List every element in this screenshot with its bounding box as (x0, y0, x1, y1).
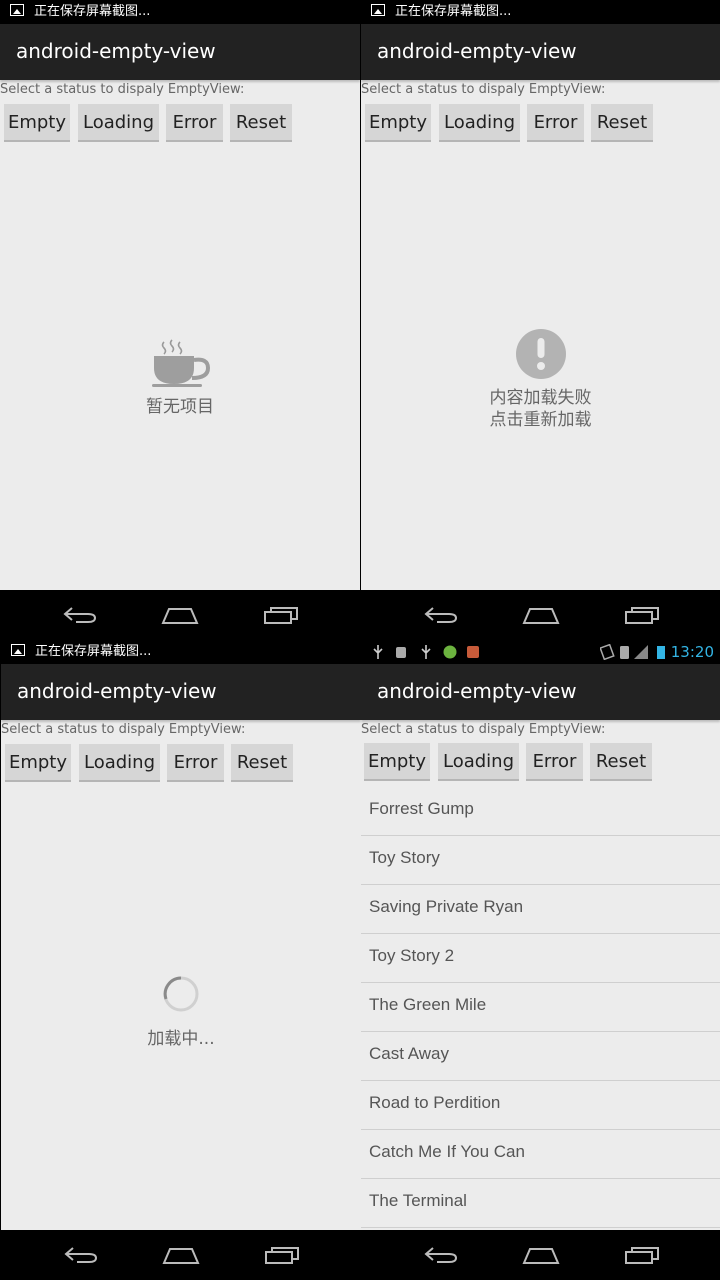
list-item-label: Catch Me If You Can (369, 1142, 525, 1161)
screen-loading-state: 正在保存屏幕截图... android-empty-view Select a … (1, 640, 361, 1280)
android-debug-icon (396, 647, 406, 658)
status-prompt: Select a status to dispaly EmptyView: (1, 722, 246, 737)
coffee-cup-icon (152, 339, 211, 387)
back-icon[interactable] (423, 1245, 459, 1265)
empty-button[interactable]: Empty (365, 104, 431, 142)
status-bar: 正在保存屏幕截图... (1, 640, 361, 664)
app-title: android-empty-view (377, 39, 577, 63)
list-item-label: Saving Private Ryan (369, 897, 524, 916)
list-item[interactable]: Cast Away (361, 1032, 720, 1081)
status-bar: 正在保存屏幕截图... (361, 0, 720, 24)
loading-message: 加载中... (147, 1029, 215, 1049)
reset-button[interactable]: Reset (590, 743, 652, 781)
list-item[interactable]: Road to Perdition (361, 1081, 720, 1130)
usb-icon (373, 645, 383, 659)
list-item[interactable]: The Terminal (361, 1179, 720, 1228)
navigation-bar (1, 1230, 361, 1280)
loading-button[interactable]: Loading (439, 104, 520, 142)
list-item[interactable]: Saving Private Ryan (361, 885, 720, 934)
list-item[interactable]: The Green Mile (361, 983, 720, 1032)
app-title: android-empty-view (377, 679, 577, 703)
status-text: 正在保存屏幕截图... (395, 4, 512, 19)
home-icon[interactable] (161, 605, 199, 625)
system-icons (600, 644, 665, 660)
list-item[interactable]: Forrest Gump (361, 787, 720, 836)
reset-button[interactable]: Reset (231, 744, 293, 782)
empty-button[interactable]: Empty (5, 744, 71, 782)
back-icon[interactable] (423, 605, 459, 625)
battery-icon (657, 646, 665, 659)
screenshot-icon (467, 646, 479, 658)
list-item-label: Toy Story (369, 848, 440, 867)
list-item-label: Toy Story 2 (369, 946, 455, 965)
action-bar: android-empty-view (361, 24, 720, 80)
image-notification-icon (11, 644, 25, 656)
recent-apps-icon[interactable] (264, 1245, 300, 1265)
list-item[interactable]: Toy Story 2 (361, 934, 720, 983)
navigation-bar (361, 1230, 720, 1280)
empty-button[interactable]: Empty (4, 104, 70, 142)
home-icon[interactable] (522, 605, 560, 625)
action-bar: android-empty-view (1, 664, 361, 720)
status-text: 正在保存屏幕截图... (35, 644, 152, 659)
back-icon[interactable] (63, 1245, 99, 1265)
navigation-bar (361, 590, 720, 640)
reset-button[interactable]: Reset (591, 104, 653, 142)
status-prompt: Select a status to dispaly EmptyView: (361, 722, 606, 737)
error-view[interactable]: 内容加载失败 点击重新加载 (361, 150, 720, 590)
empty-button[interactable]: Empty (364, 743, 430, 781)
empty-view: 暂无项目 (0, 150, 360, 590)
vibrate-icon (600, 644, 615, 660)
screen-list-state: 13:20 android-empty-view Select a status… (361, 640, 720, 1280)
loading-view: 加载中... (1, 790, 361, 1230)
list-item-label: Road to Perdition (369, 1093, 501, 1112)
error-message-line1: 内容加载失败 (489, 388, 592, 408)
home-icon[interactable] (522, 1245, 560, 1265)
signal-icon (634, 645, 648, 659)
notification-icons (373, 645, 479, 659)
recent-apps-icon[interactable] (624, 1245, 660, 1265)
status-bar: 13:20 (361, 640, 720, 664)
list-item-label: Forrest Gump (369, 799, 474, 818)
list-item[interactable]: Catch Me If You Can (361, 1130, 720, 1179)
error-button[interactable]: Error (167, 744, 224, 782)
recent-apps-icon[interactable] (624, 605, 660, 625)
spinner-icon (163, 976, 199, 1012)
status-prompt: Select a status to dispaly EmptyView: (361, 82, 606, 97)
app-icon (443, 645, 457, 659)
back-icon[interactable] (62, 605, 98, 625)
list-item-label: The Green Mile (369, 995, 487, 1014)
image-notification-icon (10, 4, 24, 16)
status-text: 正在保存屏幕截图... (34, 4, 151, 19)
clock: 13:20 (670, 643, 714, 661)
reset-button[interactable]: Reset (230, 104, 292, 142)
status-prompt: Select a status to dispaly EmptyView: (0, 82, 245, 97)
sim-icon (620, 646, 629, 659)
movie-list: Forrest Gump Toy Story Saving Private Ry… (361, 787, 720, 1230)
error-button[interactable]: Error (526, 743, 583, 781)
navigation-bar (0, 590, 360, 640)
recent-apps-icon[interactable] (263, 605, 299, 625)
home-icon[interactable] (162, 1245, 200, 1265)
list-item-label: The Terminal (369, 1191, 467, 1210)
error-button[interactable]: Error (527, 104, 584, 142)
loading-button[interactable]: Loading (79, 744, 160, 782)
error-button[interactable]: Error (166, 104, 223, 142)
app-title: android-empty-view (17, 679, 217, 703)
exclamation-icon (516, 329, 566, 379)
image-notification-icon (371, 4, 385, 16)
loading-button[interactable]: Loading (438, 743, 519, 781)
list-item-label: Cast Away (369, 1044, 450, 1063)
app-title: android-empty-view (16, 39, 216, 63)
error-message-line2[interactable]: 点击重新加载 (361, 409, 720, 431)
status-bar: 正在保存屏幕截图... (0, 0, 360, 24)
list-item[interactable]: Toy Story (361, 836, 720, 885)
action-bar: android-empty-view (361, 664, 720, 720)
usb-icon-2 (421, 645, 431, 659)
screen-empty-state: 正在保存屏幕截图... android-empty-view Select a … (0, 0, 360, 640)
screen-error-state: 正在保存屏幕截图... android-empty-view Select a … (361, 0, 720, 640)
empty-message: 暂无项目 (146, 397, 214, 417)
action-bar: android-empty-view (0, 24, 360, 80)
loading-button[interactable]: Loading (78, 104, 159, 142)
